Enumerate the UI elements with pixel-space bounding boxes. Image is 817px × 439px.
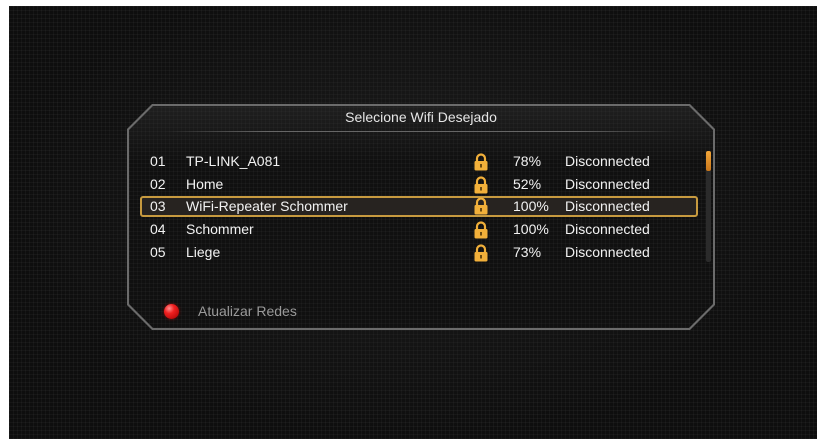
network-ssid: Home xyxy=(186,176,224,192)
refresh-networks-label: Atualizar Redes xyxy=(198,303,297,319)
lock-icon xyxy=(473,176,489,194)
wifi-row-02[interactable]: 02 Home 52% Disconnected xyxy=(140,175,698,194)
wifi-row-01[interactable]: 01 TP-LINK_A081 78% Disconnected xyxy=(140,152,698,171)
connection-status: Disconnected xyxy=(565,153,650,169)
network-number: 04 xyxy=(150,221,166,237)
connection-status: Disconnected xyxy=(565,244,650,260)
network-ssid: WiFi-Repeater Schommer xyxy=(186,198,348,214)
wifi-network-list: 01 TP-LINK_A081 78% Disconnected 02 Home… xyxy=(140,151,700,266)
network-number: 01 xyxy=(150,153,166,169)
signal-strength: 100% xyxy=(513,198,549,214)
network-ssid: TP-LINK_A081 xyxy=(186,153,281,169)
lock-icon xyxy=(473,153,489,171)
red-button-icon xyxy=(164,304,179,319)
signal-strength: 78% xyxy=(513,153,542,169)
network-number: 05 xyxy=(150,244,166,260)
scrollbar-thumb[interactable] xyxy=(706,151,711,171)
lock-icon xyxy=(473,197,489,215)
wifi-row-04[interactable]: 04 Schommer 100% Disconnected xyxy=(140,220,698,239)
connection-status: Disconnected xyxy=(565,176,650,192)
title-divider xyxy=(165,131,677,132)
signal-strength: 100% xyxy=(513,221,549,237)
wifi-row-03-selected[interactable]: 03 WiFi-Repeater Schommer 100% Disconnec… xyxy=(140,196,698,217)
connection-status: Disconnected xyxy=(565,221,650,237)
wifi-row-05[interactable]: 05 Liege 73% Disconnected xyxy=(140,243,698,262)
lock-icon xyxy=(473,221,489,239)
dialog-title: Selecione Wifi Desejado xyxy=(345,109,497,125)
network-number: 02 xyxy=(150,176,166,192)
signal-strength: 52% xyxy=(513,176,542,192)
lock-icon xyxy=(473,244,489,262)
connection-status: Disconnected xyxy=(565,198,650,214)
signal-strength: 73% xyxy=(513,244,542,260)
scrollbar[interactable] xyxy=(706,151,711,262)
network-ssid: Schommer xyxy=(186,221,254,237)
network-number: 03 xyxy=(150,198,166,214)
network-ssid: Liege xyxy=(186,244,221,260)
